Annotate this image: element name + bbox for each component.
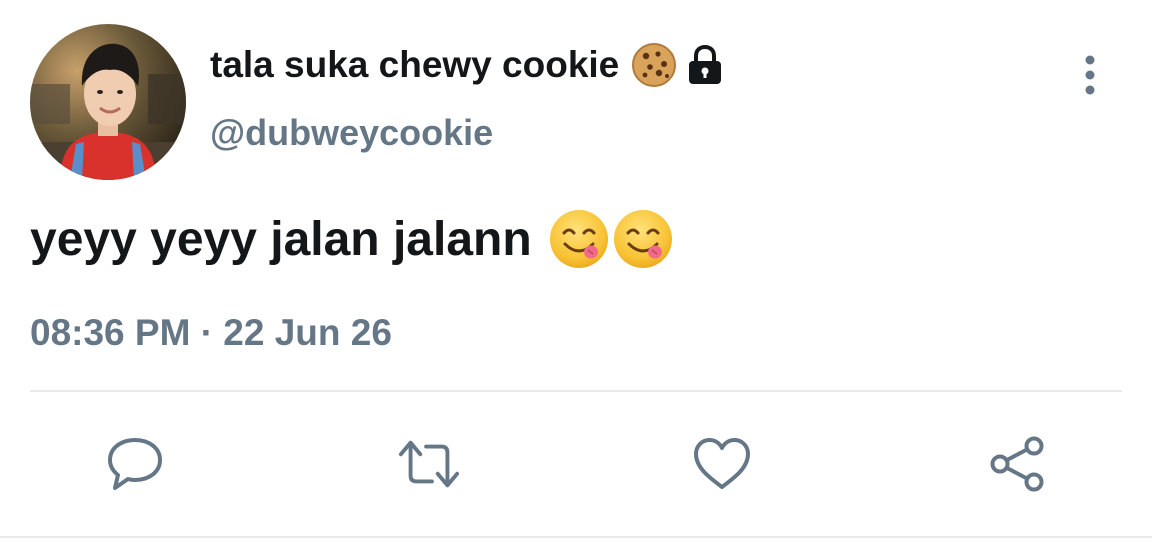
tweet-timestamp[interactable]: 08:36 PM · 22 Jun 26 [30, 312, 392, 354]
display-name-text: tala suka chewy cookie [210, 44, 620, 85]
reply-icon [108, 438, 162, 490]
lock-icon [685, 44, 725, 86]
avatar[interactable] [30, 24, 186, 180]
avatar-image [30, 24, 186, 180]
display-name[interactable]: tala suka chewy cookie [210, 42, 725, 88]
more-options-button[interactable] [1070, 52, 1110, 100]
retweet-button[interactable] [397, 432, 461, 496]
retweet-icon [398, 440, 460, 488]
like-button[interactable] [690, 432, 754, 496]
face-savoring-food-icon [549, 210, 608, 268]
tweet-text: yeyy yeyy jalan jalann [30, 212, 532, 266]
bottom-divider [0, 536, 1152, 538]
more-options-icon [1085, 55, 1095, 95]
face-savoring-food-icon [613, 210, 672, 268]
tweet-body: yeyy yeyy jalan jalann [30, 208, 676, 270]
reply-button[interactable] [103, 432, 167, 496]
share-button[interactable] [985, 432, 1049, 496]
heart-icon [694, 438, 750, 489]
cookie-icon [631, 42, 677, 88]
share-icon [990, 436, 1044, 492]
divider [30, 390, 1122, 392]
user-handle[interactable]: @dubweycookie [210, 112, 493, 154]
tweet-emojis [548, 208, 676, 270]
